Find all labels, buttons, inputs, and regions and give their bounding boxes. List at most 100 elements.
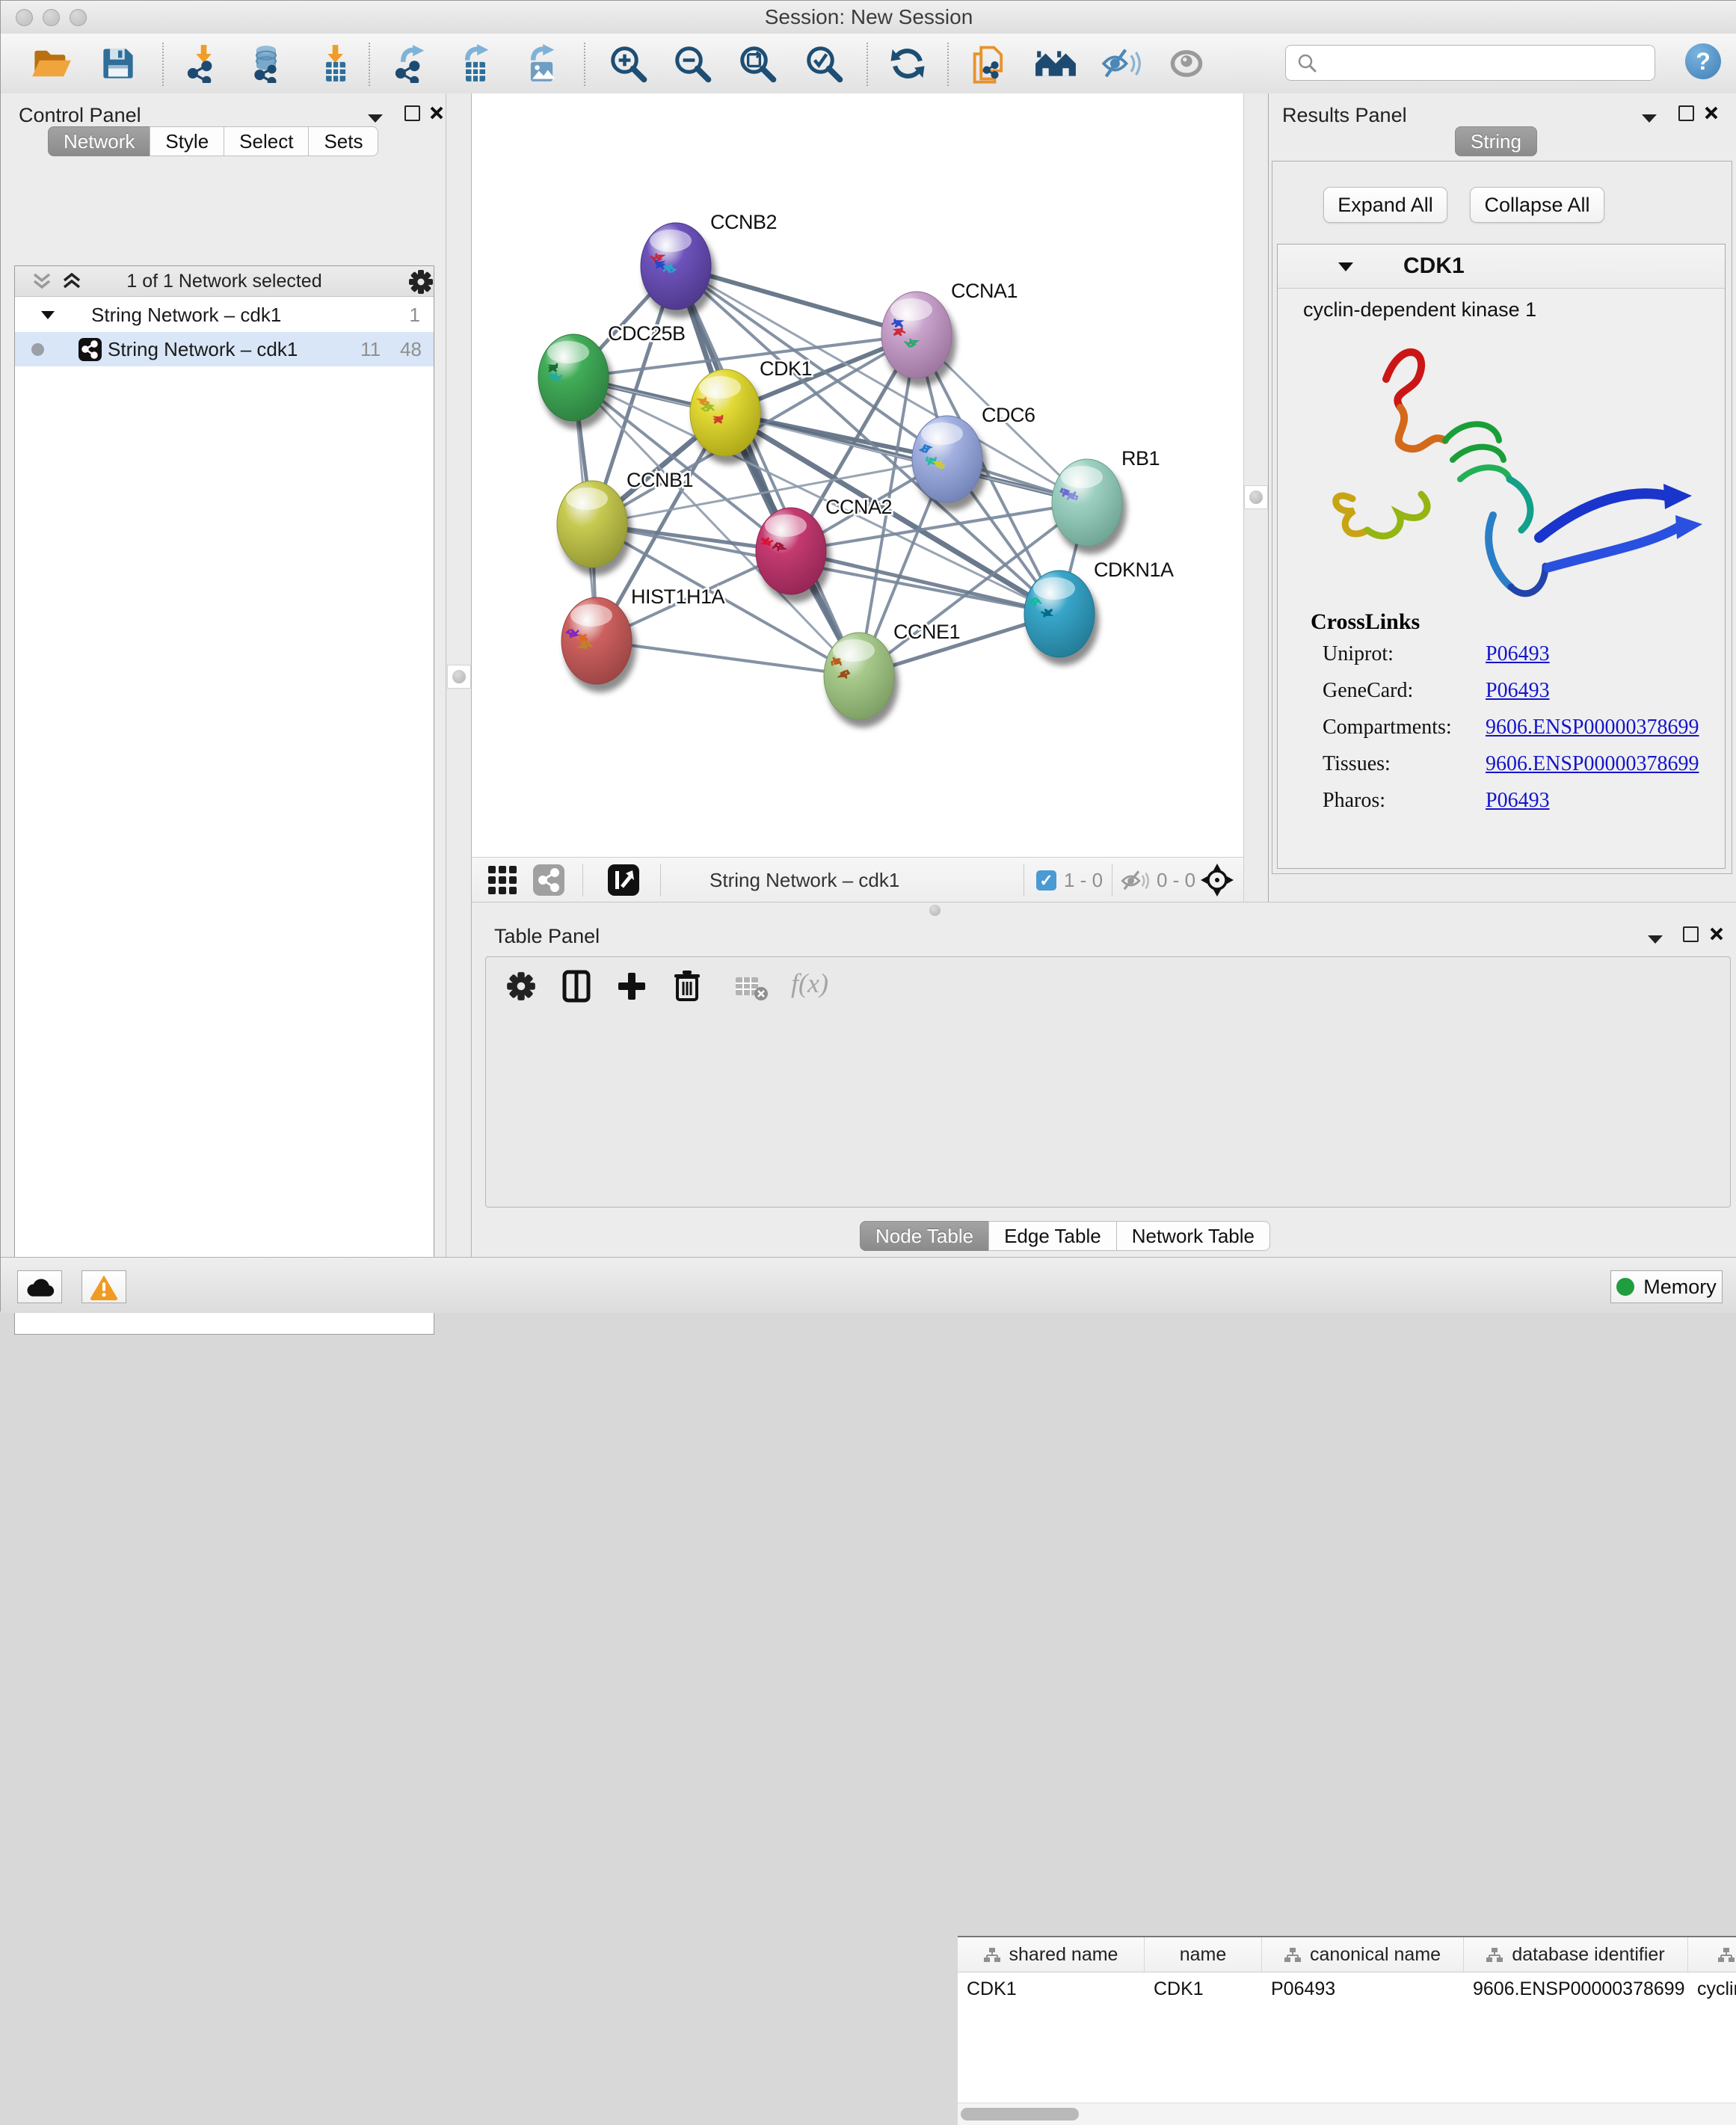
memory-button[interactable]: Memory bbox=[1610, 1270, 1723, 1303]
detach-view-icon[interactable] bbox=[608, 864, 639, 896]
tab-sets[interactable]: Sets bbox=[308, 126, 378, 156]
tab-string[interactable]: String bbox=[1455, 126, 1537, 156]
network-node-HIST1H1A[interactable]: HIST1H1A bbox=[561, 585, 725, 692]
gene-section-header[interactable]: CDK1 bbox=[1278, 245, 1725, 289]
expand-all-button[interactable]: Expand All bbox=[1323, 187, 1447, 223]
panel-menu-icon[interactable] bbox=[367, 113, 384, 123]
tab-style[interactable]: Style bbox=[150, 126, 224, 156]
network-canvas[interactable]: CCNB2 CCNA1 CDC25BCDK1 CDC6RB1 CCNB1 CCNA2 CDK… bbox=[472, 93, 1243, 857]
warnings-button[interactable] bbox=[81, 1270, 126, 1303]
network-node-CCNB1[interactable]: CCNB1 bbox=[557, 469, 693, 576]
selected-checkbox[interactable]: ✓ bbox=[1036, 870, 1056, 891]
string-panel-icon[interactable] bbox=[533, 864, 564, 896]
network-node-CCNE1[interactable]: CCNE1 bbox=[824, 621, 960, 728]
window-close-button[interactable] bbox=[16, 9, 33, 26]
section-collapse-icon[interactable] bbox=[1338, 261, 1354, 272]
zoom-fit-button[interactable] bbox=[733, 39, 782, 88]
cloud-button[interactable] bbox=[17, 1270, 62, 1303]
network-node-RB1[interactable]: RB1 bbox=[1052, 447, 1160, 554]
network-node-CDC6[interactable]: CDC6 bbox=[912, 404, 1035, 511]
hide-selection-button[interactable] bbox=[1097, 39, 1146, 88]
open-session-button[interactable] bbox=[27, 39, 76, 88]
splitter-grip[interactable] bbox=[447, 665, 471, 689]
crosslink-link[interactable]: P06493 bbox=[1486, 679, 1550, 703]
crosslink-label: Uniprot: bbox=[1323, 642, 1486, 666]
panel-float-button[interactable] bbox=[404, 105, 420, 121]
tab-network-table[interactable]: Network Table bbox=[1116, 1221, 1270, 1251]
table-options-button[interactable] bbox=[499, 965, 543, 1008]
results-panel-splitter[interactable] bbox=[1243, 93, 1269, 902]
crosslink-link[interactable]: P06493 bbox=[1486, 642, 1550, 666]
window-minimize-button[interactable] bbox=[43, 9, 60, 26]
network-row[interactable]: String Network – cdk1 11 48 bbox=[15, 332, 434, 366]
function-builder-button[interactable]: f(x) bbox=[791, 968, 828, 999]
import-network-database-button[interactable] bbox=[241, 39, 291, 88]
tab-select[interactable]: Select bbox=[224, 126, 309, 156]
delete-table-button[interactable] bbox=[730, 966, 773, 1009]
horizontal-scrollbar[interactable] bbox=[958, 2103, 1736, 2125]
panel-float-button[interactable] bbox=[1683, 926, 1699, 942]
network-edge-count: 48 bbox=[400, 338, 422, 361]
table-panel-splitter[interactable] bbox=[472, 902, 1736, 920]
refresh-view-button[interactable] bbox=[883, 39, 932, 88]
panel-close-icon[interactable] bbox=[429, 105, 444, 120]
table-cell[interactable]: P06493 bbox=[1262, 1972, 1464, 2005]
network-node-CCNA1[interactable]: CCNA1 bbox=[881, 280, 1018, 387]
panel-float-button[interactable] bbox=[1678, 105, 1694, 121]
collection-expand-icon[interactable] bbox=[40, 310, 55, 320]
splitter-grip[interactable] bbox=[1244, 485, 1268, 509]
tab-edge-table[interactable]: Edge Table bbox=[988, 1221, 1117, 1251]
column-header-database-identifier[interactable]: database identifier bbox=[1464, 1937, 1688, 1972]
import-network-file-button[interactable] bbox=[179, 39, 228, 88]
table-cell[interactable]: 9606.ENSP00000378699 bbox=[1464, 1972, 1688, 2005]
crosslink-link[interactable]: 9606.ENSP00000378699 bbox=[1486, 716, 1699, 739]
panel-menu-icon[interactable] bbox=[1641, 113, 1657, 123]
column-header-name[interactable]: name bbox=[1145, 1937, 1262, 1972]
network-collection-row[interactable]: String Network – cdk1 1 bbox=[15, 298, 434, 332]
tab-network[interactable]: Network bbox=[48, 126, 150, 156]
network-node-CDC25B[interactable]: CDC25B bbox=[538, 322, 686, 429]
show-selection-button[interactable] bbox=[1162, 39, 1211, 88]
zoom-in-button[interactable] bbox=[603, 39, 653, 88]
export-table-button[interactable] bbox=[451, 39, 500, 88]
network-graph[interactable]: CCNB2 CCNA1 CDC25BCDK1 CDC6RB1 CCNB1 CCNA2 CDK… bbox=[472, 93, 1243, 857]
window-zoom-button[interactable] bbox=[70, 9, 87, 26]
network-node-CDKN1A[interactable]: CDKN1A bbox=[1024, 559, 1174, 665]
crosslink-link[interactable]: 9606.ENSP00000378699 bbox=[1486, 752, 1699, 776]
table-row[interactable]: CDK1CDK1P064939606.ENSP00000378699cyclin… bbox=[958, 1972, 1736, 2005]
column-header-canonical-name[interactable]: canonical name bbox=[1262, 1937, 1464, 1972]
gear-icon[interactable] bbox=[408, 269, 434, 295]
delete-column-button[interactable] bbox=[665, 965, 709, 1008]
search-input[interactable] bbox=[1285, 45, 1655, 81]
column-header-shared-name[interactable]: shared name bbox=[958, 1937, 1145, 1972]
export-network-button[interactable] bbox=[387, 39, 436, 88]
export-image-button[interactable] bbox=[517, 39, 566, 88]
panel-menu-icon[interactable] bbox=[1647, 934, 1663, 944]
column-header-description[interactable]: description bbox=[1688, 1937, 1736, 1972]
network-node-CCNB2[interactable]: CCNB2 bbox=[641, 211, 777, 318]
table-cell[interactable]: CDK1 bbox=[958, 1972, 1145, 2005]
zoom-out-button[interactable] bbox=[668, 39, 717, 88]
control-panel-splitter[interactable] bbox=[446, 93, 472, 1257]
fit-content-crosshair-icon[interactable] bbox=[1201, 864, 1234, 897]
new-network-from-selection-button[interactable] bbox=[964, 39, 1014, 88]
scrollbar-thumb[interactable] bbox=[961, 2108, 1079, 2121]
panel-close-icon[interactable] bbox=[1704, 105, 1719, 120]
network-node-CCNA2[interactable]: CCNA2 bbox=[756, 496, 892, 603]
import-table-file-button[interactable] bbox=[310, 39, 360, 88]
network-node-CDK1[interactable]: CDK1 bbox=[690, 357, 812, 464]
starter-panel-button[interactable] bbox=[1031, 39, 1080, 88]
help-button[interactable]: ? bbox=[1685, 43, 1721, 79]
crosslink-link[interactable]: P06493 bbox=[1486, 789, 1550, 813]
table-cell[interactable]: cyclin-dependent ... bbox=[1688, 1972, 1736, 2005]
show-columns-button[interactable] bbox=[555, 965, 598, 1008]
save-session-button[interactable] bbox=[93, 39, 143, 88]
table-cell[interactable]: CDK1 bbox=[1145, 1972, 1262, 2005]
add-column-button[interactable] bbox=[610, 965, 653, 1008]
panel-close-icon[interactable] bbox=[1709, 926, 1724, 941]
collapse-all-button[interactable]: Collapse All bbox=[1470, 187, 1604, 223]
zoom-selected-button[interactable] bbox=[799, 39, 849, 88]
birdseye-grid-icon[interactable] bbox=[488, 866, 517, 894]
node-table[interactable]: shared namenamecanonical namedatabase id… bbox=[958, 1936, 1736, 2125]
tab-node-table[interactable]: Node Table bbox=[860, 1221, 989, 1251]
